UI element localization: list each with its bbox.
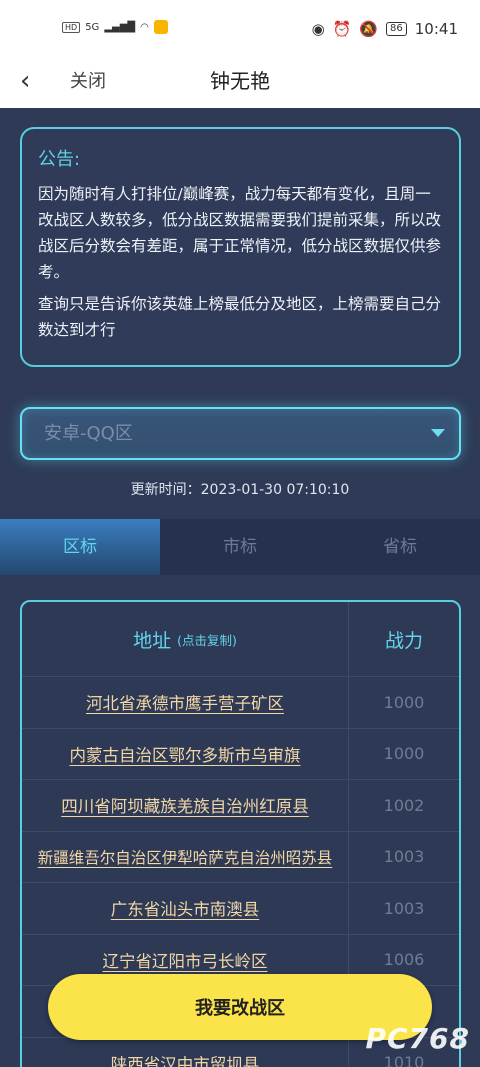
power-column-header: 战力 bbox=[384, 629, 423, 652]
address-link[interactable]: 新疆维吾尔自治区伊犁哈萨克自治州昭苏县 bbox=[38, 846, 333, 868]
battery-icon: 86 bbox=[386, 22, 407, 36]
page-title: 钟无艳 bbox=[210, 69, 270, 93]
app-header: ‹ 关闭 钟无艳 bbox=[0, 58, 480, 108]
power-value: 1000 bbox=[383, 692, 425, 712]
address-link[interactable]: 河北省承德市鹰手营子矿区 bbox=[86, 690, 284, 714]
address-link[interactable]: 内蒙古自治区鄂尔多斯市乌审旗 bbox=[70, 742, 301, 766]
address-link[interactable]: 辽宁省辽阳市弓长岭区 bbox=[103, 948, 268, 972]
address-link[interactable]: 四川省阿坝藏族羌族自治州红原县 bbox=[61, 793, 309, 817]
power-value: 1000 bbox=[383, 744, 425, 764]
table-row: 河北省承德市鹰手营子矿区 1000 bbox=[22, 677, 459, 729]
status-bar: HD 5G ▂▄▆█ ◠ ◉ ⏰ 🔕 86 10:41 bbox=[0, 0, 480, 58]
address-header-hint: (点击复制) bbox=[177, 632, 237, 648]
status-right: ◉ ⏰ 🔕 86 10:41 bbox=[312, 20, 458, 38]
wifi-icon: ◠ bbox=[140, 21, 149, 33]
power-value: 1003 bbox=[383, 898, 425, 918]
tab-district[interactable]: 区标 bbox=[0, 519, 160, 575]
hd-icon: HD bbox=[62, 21, 81, 33]
region-select-value: 安卓-QQ区 bbox=[44, 423, 133, 444]
app-notification-icon bbox=[153, 20, 168, 34]
clock: 10:41 bbox=[414, 20, 458, 38]
address-link[interactable]: 陕西省汉中市留坝县 bbox=[111, 1051, 260, 1067]
signal-icon: 5G bbox=[85, 21, 100, 33]
notice-paragraph-2: 查询只是告诉你该英雄上榜最低分及地区，上榜需要自己分数达到才行 bbox=[38, 295, 442, 339]
table-row: 广东省汕头市南澳县 1003 bbox=[22, 883, 459, 935]
table-header: 地址 (点击复制) 战力 bbox=[22, 602, 459, 677]
status-left: HD 5G ▂▄▆█ ◠ bbox=[62, 20, 168, 34]
power-value: 1002 bbox=[383, 795, 425, 815]
tab-bar: 区标 市标 省标 bbox=[0, 519, 480, 575]
notice-card: 公告: 因为随时有人打排位/巅峰赛，战力每天都有变化，且周一改战区人数较多，低分… bbox=[20, 127, 461, 367]
eye-icon: ◉ bbox=[311, 20, 325, 38]
tab-city[interactable]: 市标 bbox=[160, 519, 320, 575]
notice-paragraph-1: 因为随时有人打排位/巅峰赛，战力每天都有变化，且周一改战区人数较多，低分战区数据… bbox=[38, 185, 442, 281]
update-time: 更新时间：2023-01-30 07:10:10 bbox=[130, 482, 350, 498]
chevron-down-icon bbox=[431, 429, 445, 437]
region-select[interactable]: 安卓-QQ区 bbox=[20, 407, 461, 460]
tab-province[interactable]: 省标 bbox=[320, 519, 480, 575]
address-header-label: 地址 bbox=[133, 629, 172, 652]
notice-title: 公告: bbox=[38, 149, 81, 170]
address-column-header: 地址 (点击复制) bbox=[22, 602, 349, 676]
watermark-logo: PC768 bbox=[365, 1022, 470, 1055]
mute-icon: 🔕 bbox=[359, 20, 379, 38]
power-value: 1003 bbox=[383, 847, 425, 867]
table-row: 新疆维吾尔自治区伊犁哈萨克自治州昭苏县 1003 bbox=[22, 831, 459, 883]
signal-bars-icon: ▂▄▆█ bbox=[104, 21, 136, 33]
table-row: 四川省阿坝藏族羌族自治州红原县 1002 bbox=[22, 780, 459, 832]
alarm-icon: ⏰ bbox=[332, 20, 352, 38]
address-link[interactable]: 广东省汕头市南澳县 bbox=[111, 896, 260, 920]
table-row: 内蒙古自治区鄂尔多斯市乌审旗 1000 bbox=[22, 728, 459, 780]
